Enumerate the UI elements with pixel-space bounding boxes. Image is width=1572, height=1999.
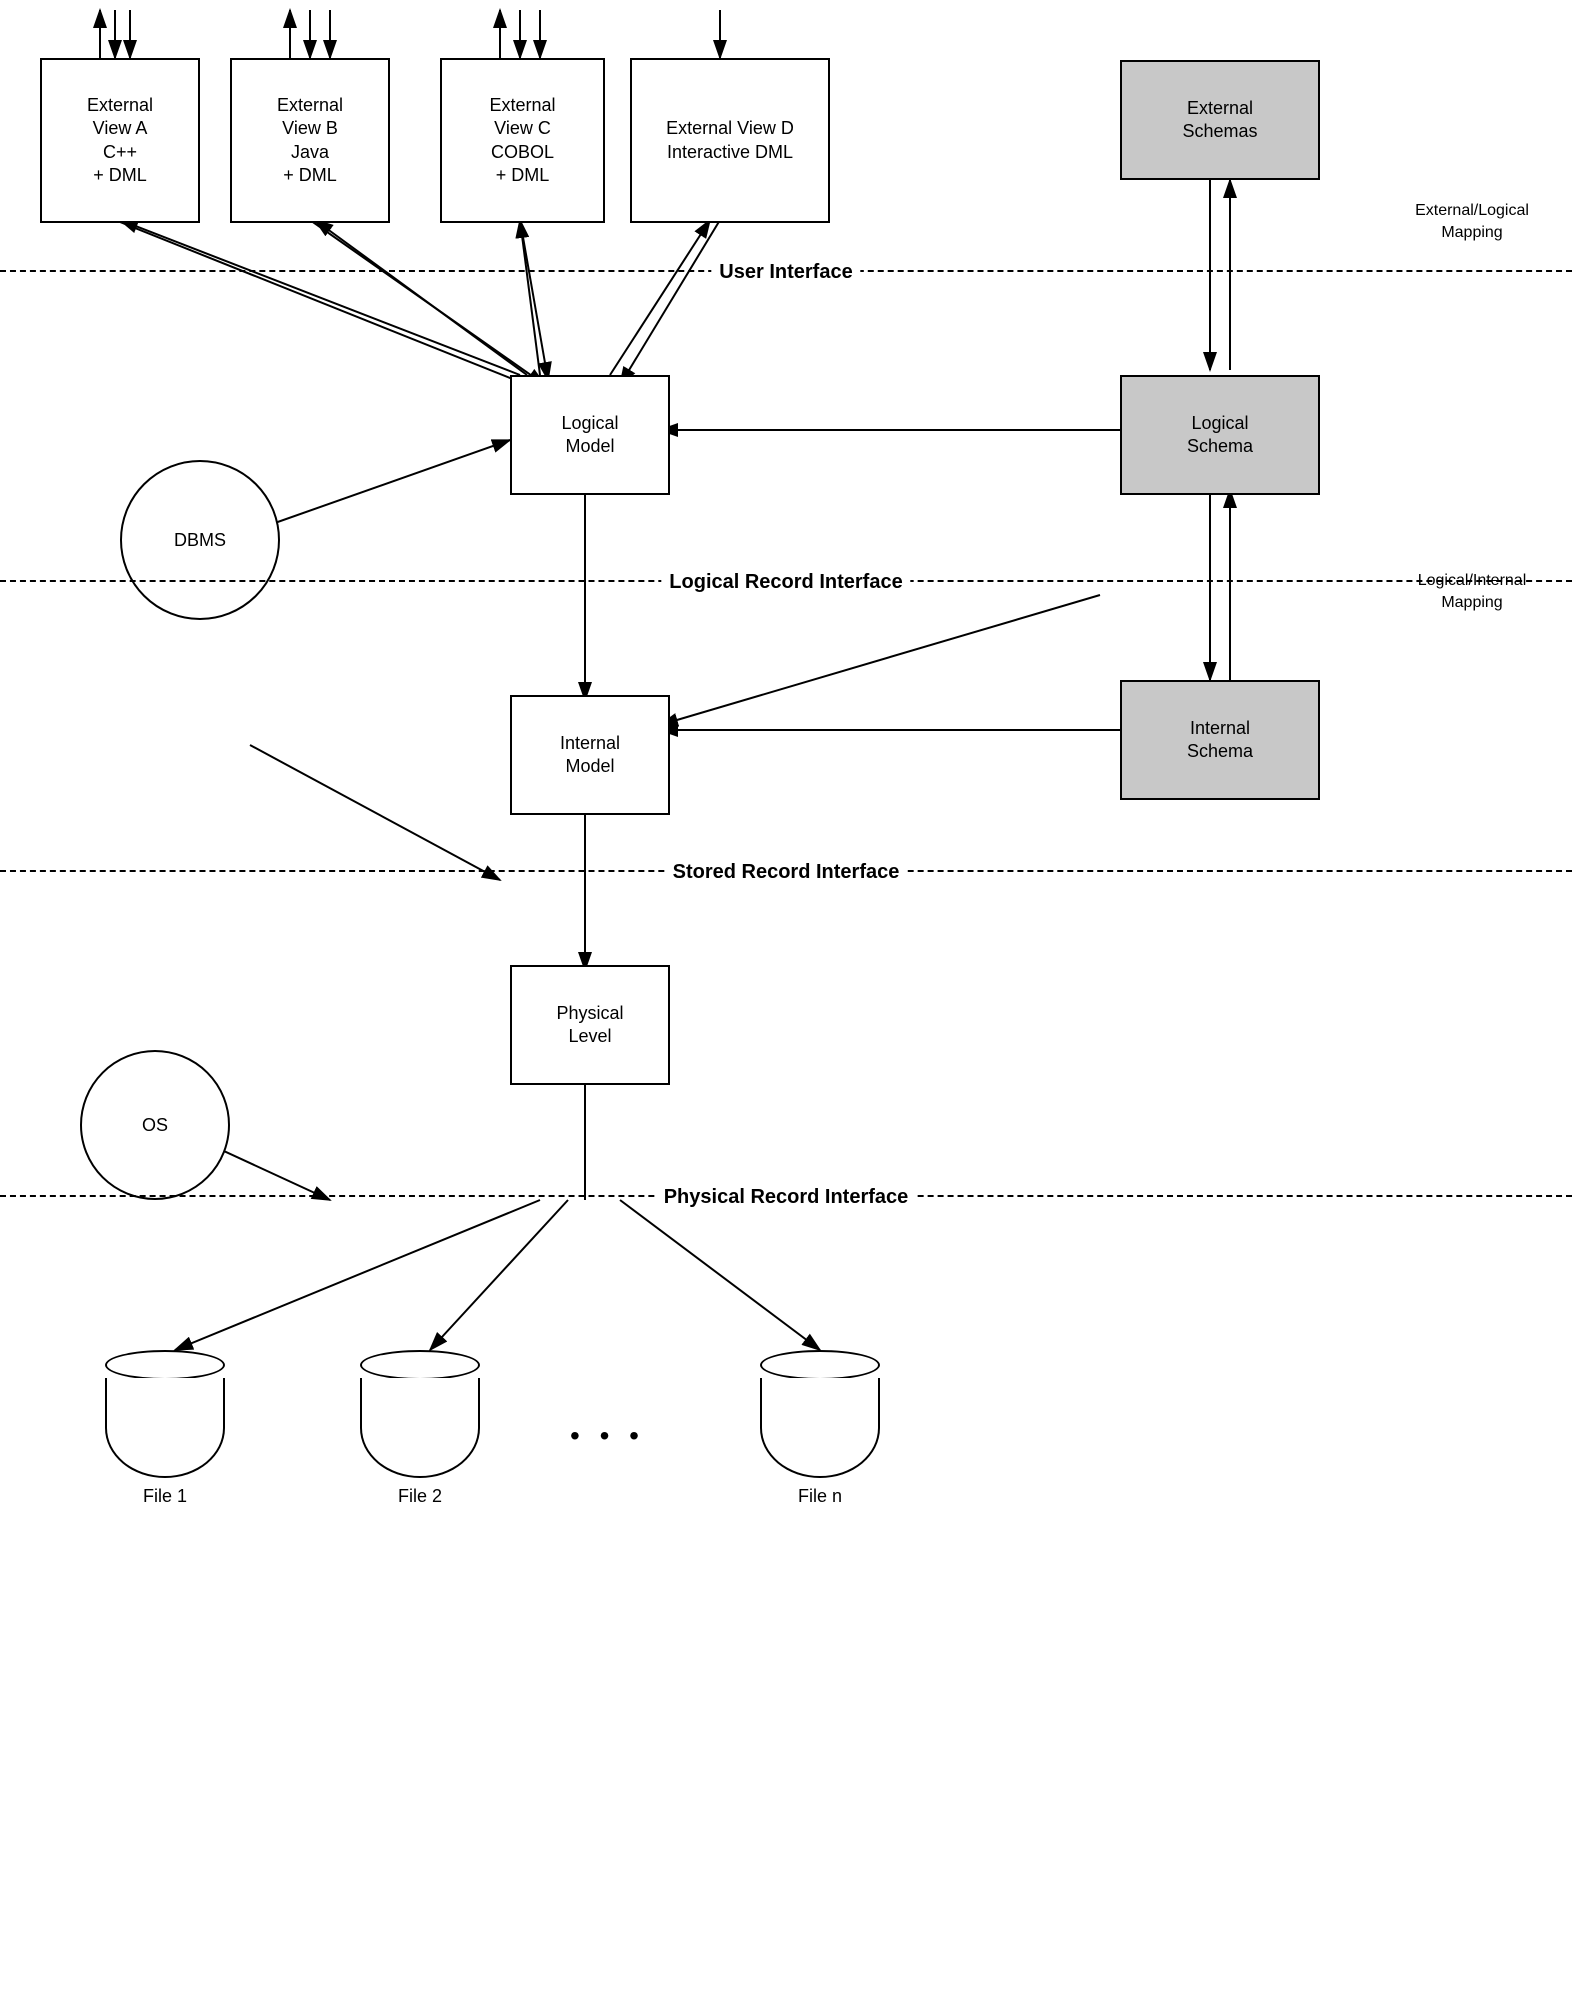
- filen-cylinder-top: [760, 1350, 880, 1380]
- file2-cylinder-body: [360, 1378, 480, 1478]
- arrows-svg: [0, 0, 1572, 1999]
- external-view-a-label: External View A C++ + DML: [87, 94, 153, 188]
- physical-record-interface-label: Physical Record Interface: [656, 1186, 917, 1209]
- stored-record-interface-line: Stored Record Interface: [0, 870, 1572, 872]
- external-schemas: External Schemas: [1120, 60, 1320, 180]
- external-view-d: External View D Interactive DML: [630, 58, 830, 223]
- file2-label: File 2: [398, 1486, 442, 1507]
- diagram-container: External View A C++ + DML External View …: [0, 0, 1572, 1999]
- logical-model-label: Logical Model: [561, 412, 618, 459]
- file1-label: File 1: [143, 1486, 187, 1507]
- physical-record-interface-line: Physical Record Interface: [0, 1195, 1572, 1197]
- external-view-b-label: External View B Java + DML: [277, 94, 343, 188]
- external-view-d-label: External View D Interactive DML: [666, 117, 794, 164]
- os-circle: OS: [80, 1050, 230, 1200]
- external-view-a: External View A C++ + DML: [40, 58, 200, 223]
- internal-schema: Internal Schema: [1120, 680, 1320, 800]
- external-schemas-label: External Schemas: [1182, 97, 1257, 144]
- ext-logical-mapping-label: External/Logical Mapping: [1392, 200, 1552, 245]
- dbms-label: DBMS: [174, 530, 226, 551]
- file1-cylinder: File 1: [105, 1350, 225, 1507]
- external-view-c: External View C COBOL + DML: [440, 58, 605, 223]
- internal-model: Internal Model: [510, 695, 670, 815]
- physical-level: Physical Level: [510, 965, 670, 1085]
- file2-cylinder-top: [360, 1350, 480, 1380]
- logical-schema: Logical Schema: [1120, 375, 1320, 495]
- physical-level-label: Physical Level: [556, 1002, 623, 1049]
- file1-cylinder-top: [105, 1350, 225, 1380]
- file2-cylinder: File 2: [360, 1350, 480, 1507]
- stored-record-interface-label: Stored Record Interface: [665, 861, 908, 884]
- internal-schema-label: Internal Schema: [1187, 717, 1253, 764]
- dots-label: • • •: [570, 1420, 645, 1452]
- internal-model-label: Internal Model: [560, 732, 620, 779]
- filen-cylinder-body: [760, 1378, 880, 1478]
- logical-record-interface-label: Logical Record Interface: [661, 571, 910, 594]
- user-interface-label: User Interface: [711, 261, 860, 284]
- external-view-c-label: External View C COBOL + DML: [489, 94, 555, 188]
- dbms-circle: DBMS: [120, 460, 280, 620]
- logical-schema-label: Logical Schema: [1187, 412, 1253, 459]
- file1-cylinder-body: [105, 1378, 225, 1478]
- filen-label: File n: [798, 1486, 842, 1507]
- user-interface-line: User Interface: [0, 270, 1572, 272]
- logical-internal-mapping-label: Logical/Internal Mapping: [1392, 570, 1552, 615]
- filen-cylinder: File n: [760, 1350, 880, 1507]
- logical-model: Logical Model: [510, 375, 670, 495]
- logical-record-interface-line: Logical Record Interface: [0, 580, 1572, 582]
- external-view-b: External View B Java + DML: [230, 58, 390, 223]
- os-label: OS: [142, 1115, 168, 1136]
